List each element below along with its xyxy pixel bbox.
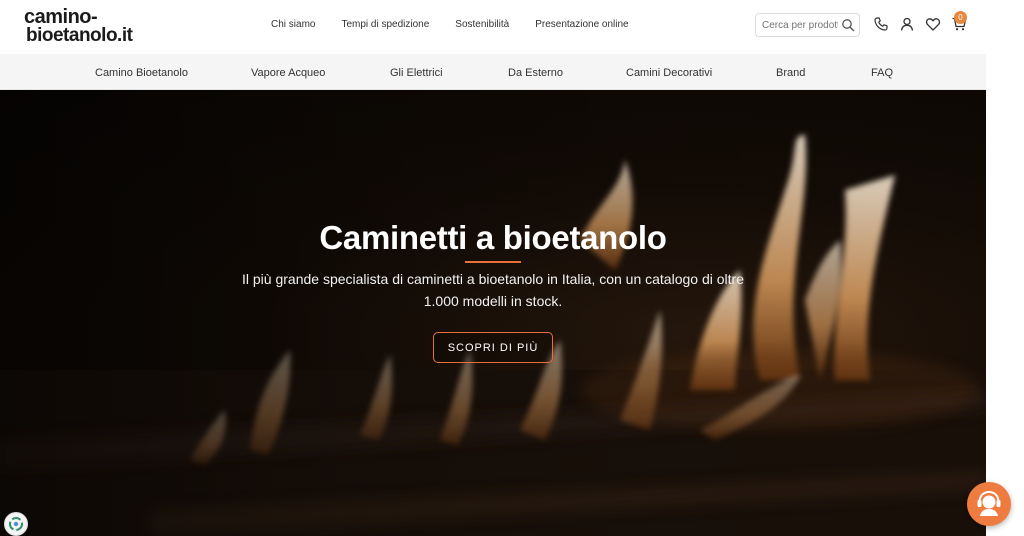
recaptcha-badge[interactable] [4, 512, 28, 536]
nav-gli-elettrici[interactable]: Gli Elettrici [390, 66, 443, 80]
support-agent-icon [977, 490, 1001, 516]
top-links: Chi siamo Tempi di spedizione Sostenibil… [260, 18, 655, 32]
nav-vapore-acqueo[interactable]: Vapore Acqueo [251, 66, 325, 80]
link-tempi-di-spedizione[interactable]: Tempi di spedizione [341, 18, 429, 32]
top-header: camino- bioetanolo.it Chi siamo Tempi di… [0, 0, 986, 54]
category-nav: Camino Bioetanolo Vapore Acqueo Gli Elet… [0, 54, 986, 90]
nav-da-esterno[interactable]: Da Esterno [508, 66, 563, 80]
hero-subtitle: Il più grande specialista di caminetti a… [242, 271, 744, 309]
page-right-margin [986, 0, 1024, 536]
nav-camino-bioetanolo[interactable]: Camino Bioetanolo [95, 66, 188, 80]
search-icon[interactable] [841, 18, 855, 32]
search-box [755, 13, 860, 37]
chat-support-button[interactable] [967, 482, 1011, 526]
phone-icon[interactable] [873, 16, 889, 32]
heart-icon[interactable] [925, 16, 941, 32]
hero-title: Caminetti a bioetanolo [319, 219, 667, 256]
nav-camini-decorativi[interactable]: Camini Decorativi [626, 66, 712, 80]
hero-title-underline [465, 261, 521, 263]
user-icon[interactable] [899, 16, 915, 32]
link-presentazione-online[interactable]: Presentazione online [535, 18, 628, 32]
search-input[interactable] [762, 18, 838, 32]
link-sostenibilita[interactable]: Sostenibilità [455, 18, 509, 32]
hero-overlay [0, 90, 986, 536]
logo-line-1: camino- [24, 6, 98, 28]
nav-brand[interactable]: Brand [776, 66, 805, 80]
recaptcha-icon [9, 517, 23, 531]
site-logo[interactable]: camino- bioetanolo.it [24, 7, 144, 47]
hero-banner: Caminetti a bioetanolo Il più grande spe… [0, 90, 986, 536]
header-icons [873, 16, 967, 32]
cart-count-badge: 0 [954, 11, 967, 24]
link-chi-siamo[interactable]: Chi siamo [271, 18, 315, 32]
discover-more-button[interactable]: SCOPRI DI PIÙ [433, 332, 553, 363]
nav-faq[interactable]: FAQ [871, 66, 893, 80]
logo-line-2: bioetanolo.it [26, 25, 133, 46]
